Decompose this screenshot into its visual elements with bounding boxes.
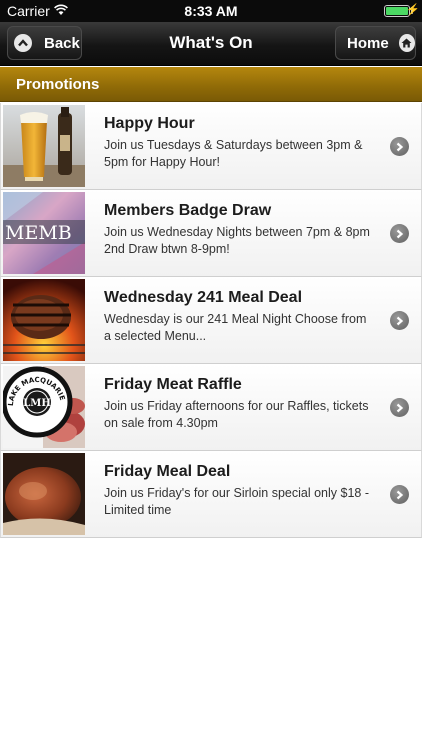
item-description: Wednesday is our 241 Meal Night Choose f… xyxy=(104,312,367,343)
status-time: 8:33 AM xyxy=(184,3,238,19)
chevron-right-icon[interactable] xyxy=(390,224,409,243)
grill-steak-thumbnail xyxy=(3,279,85,361)
chevron-right-icon[interactable] xyxy=(390,485,409,504)
section-title: Promotions xyxy=(16,76,100,93)
item-title: Friday Meat Raffle xyxy=(104,376,242,393)
item-description: Join us Friday's for our Sirloin special… xyxy=(104,486,370,517)
list-item-friday-meal-deal[interactable]: Friday Meal Deal Join us Friday's for ou… xyxy=(0,451,422,538)
item-description: Join us Tuesdays & Saturdays between 3pm… xyxy=(104,138,363,169)
beer-glass-thumbnail xyxy=(3,105,85,187)
chevron-right-icon[interactable] xyxy=(390,311,409,330)
thumbnail-logo-text: LMH xyxy=(23,398,51,409)
chevron-right-icon[interactable] xyxy=(390,137,409,156)
chevron-right-icon[interactable] xyxy=(390,398,409,417)
page-title: What's On xyxy=(169,33,253,52)
list-item-happy-hour[interactable]: Happy Hour Join us Tuesdays & Saturdays … xyxy=(0,103,422,190)
item-description: Join us Friday afternoons for our Raffle… xyxy=(104,399,369,430)
members-badge-thumbnail: MEMB xyxy=(3,192,85,274)
thumbnail-text: MEMB xyxy=(5,222,72,244)
item-description: Join us Wednesday Nights between 7pm & 8… xyxy=(104,225,370,256)
charging-icon: ⚡ xyxy=(406,4,420,16)
navigation-bar: Back What's On Home xyxy=(0,22,422,66)
section-header: Promotions xyxy=(0,67,422,102)
item-title: Wednesday 241 Meal Deal xyxy=(104,289,303,306)
house-icon xyxy=(398,34,415,52)
list-item-wednesday-meal-deal[interactable]: Wednesday 241 Meal Deal Wednesday is our… xyxy=(0,277,422,364)
lmh-logo-thumbnail: LMH LAKE MACQUARIE xyxy=(3,366,85,448)
promotions-list: Happy Hour Join us Tuesdays & Saturdays … xyxy=(0,103,422,538)
item-title: Friday Meal Deal xyxy=(104,463,231,480)
list-item-friday-meat-raffle[interactable]: LMH LAKE MACQUARIE Friday Meat Raffle Jo… xyxy=(0,364,422,451)
battery-level xyxy=(386,7,408,15)
list-item-members-badge-draw[interactable]: MEMB Members Badge Draw Join us Wednesda… xyxy=(0,190,422,277)
home-button-label: Home xyxy=(347,34,389,52)
chevron-up-icon xyxy=(14,34,32,52)
item-title: Members Badge Draw xyxy=(104,202,272,219)
back-button[interactable]: Back xyxy=(7,26,82,60)
home-button[interactable]: Home xyxy=(335,26,416,60)
status-bar: Carrier 8:33 AM ⚡ xyxy=(0,0,422,22)
back-button-label: Back xyxy=(44,34,80,52)
sirloin-steak-thumbnail xyxy=(3,453,85,535)
item-title: Happy Hour xyxy=(104,115,195,132)
